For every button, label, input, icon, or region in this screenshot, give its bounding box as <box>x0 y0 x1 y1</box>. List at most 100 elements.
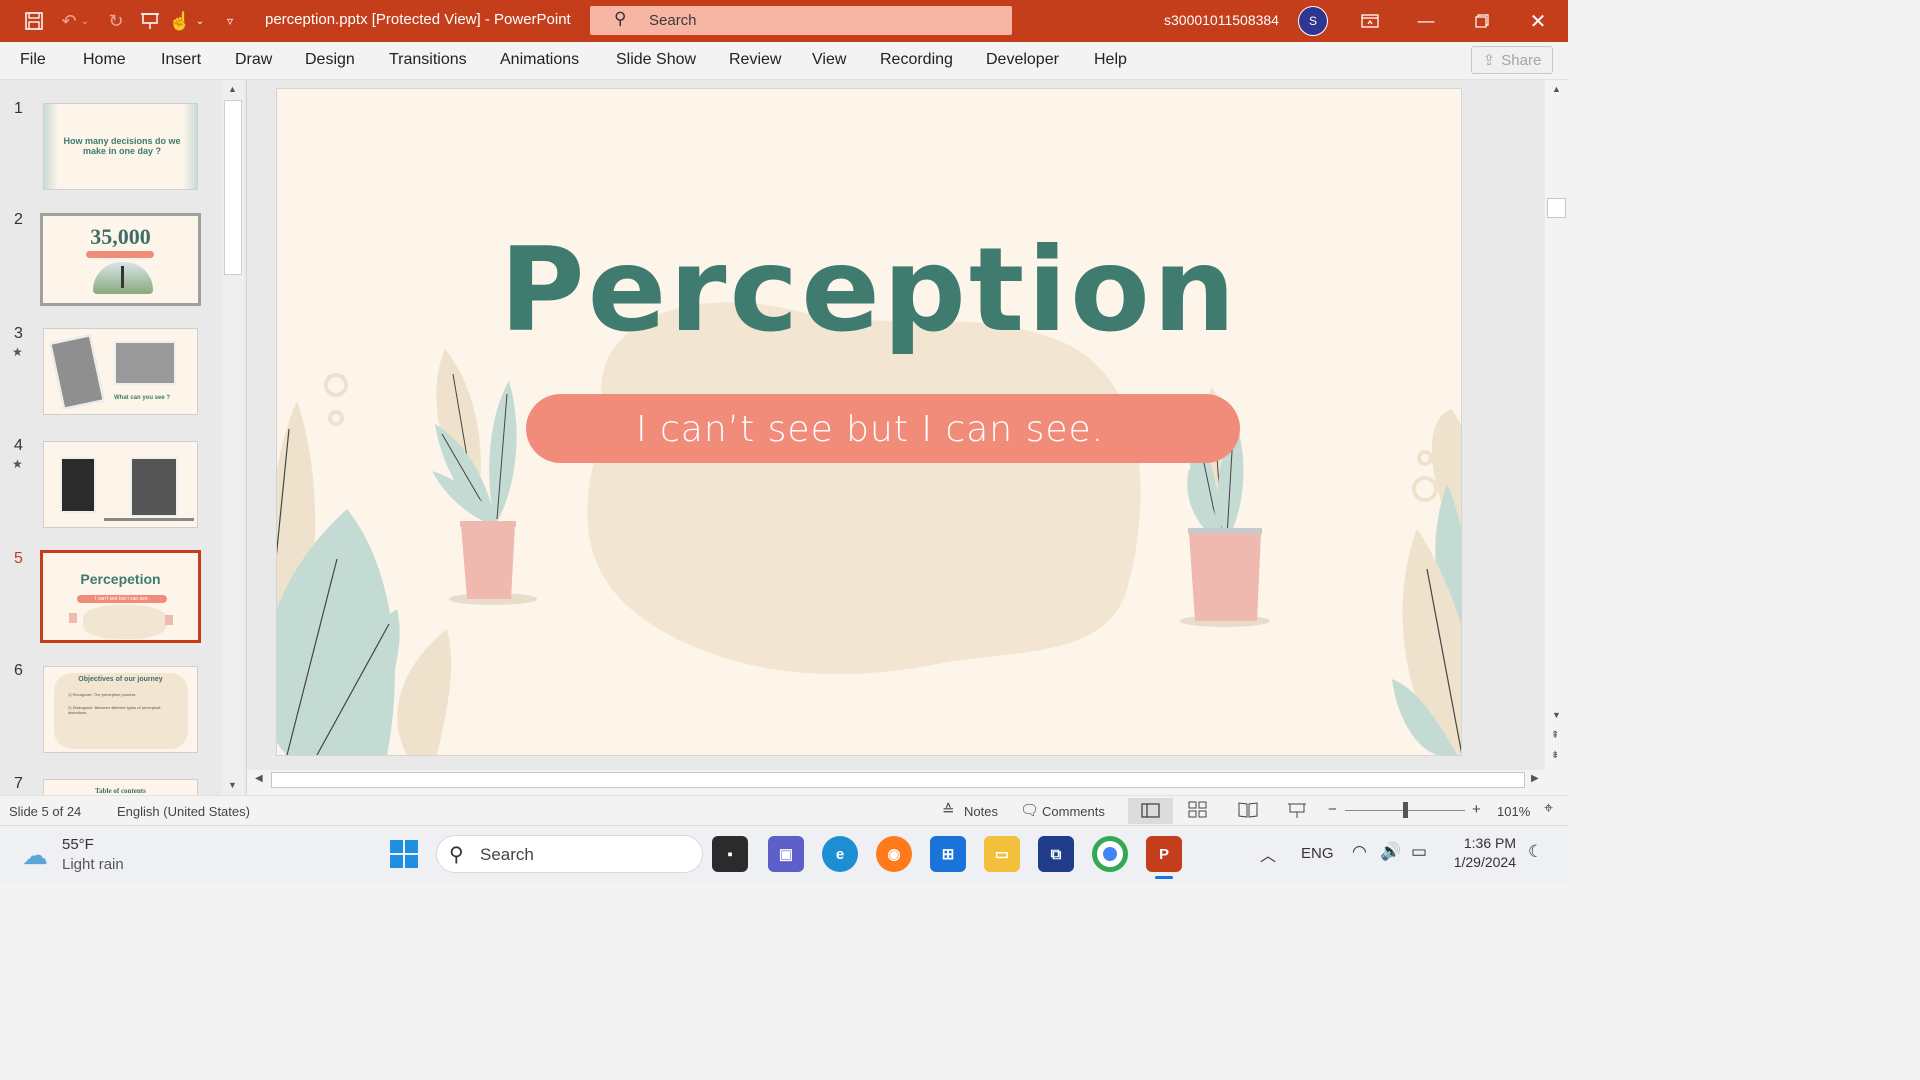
customize-toolbar-icon[interactable]: ▿ <box>220 8 240 34</box>
share-button[interactable]: ⇪ Share <box>1471 46 1553 74</box>
weather-description[interactable]: Light rain <box>62 856 124 873</box>
comments-button[interactable]: Comments <box>1042 804 1105 819</box>
edge-app-icon[interactable]: e <box>822 836 858 872</box>
tab-animations[interactable]: Animations <box>500 51 579 69</box>
thumb-title: How many decisions do we make in one day… <box>63 136 181 156</box>
slide-number: 6 <box>14 662 23 679</box>
tab-file[interactable]: File <box>20 51 46 69</box>
tab-developer[interactable]: Developer <box>986 51 1059 69</box>
ribbon-display-options-icon[interactable] <box>1342 0 1398 42</box>
undo-dropdown-icon[interactable]: ⌄ <box>78 8 92 34</box>
slide-thumbnail-1[interactable]: How many decisions do we make in one day… <box>43 103 198 190</box>
clock-time[interactable]: 1:36 PM <box>1448 835 1516 851</box>
taskbar-search[interactable]: ⚲ Search <box>436 835 703 873</box>
input-language[interactable]: ENG <box>1301 845 1334 862</box>
scrollbar-thumb[interactable] <box>271 772 1525 788</box>
slide-thumbnail-6[interactable]: Objectives of our journey 1) Recognize: … <box>43 666 198 753</box>
notes-icon[interactable]: ≙ <box>942 801 955 819</box>
scroll-up-icon[interactable]: ▲ <box>228 84 237 94</box>
wifi-icon[interactable]: ◠ <box>1352 842 1367 862</box>
reading-view-icon[interactable] <box>1238 801 1258 822</box>
slide-title[interactable]: Perception <box>277 221 1461 361</box>
scroll-up-icon[interactable]: ▲ <box>1552 84 1561 94</box>
scroll-down-icon[interactable]: ▼ <box>228 780 237 790</box>
zoom-slider-handle[interactable] <box>1403 802 1408 818</box>
search-label: Search <box>649 12 697 29</box>
thumb-title: Objectives of our journey <box>78 676 163 683</box>
touch-mode-icon[interactable]: ☝ <box>167 8 193 34</box>
save-icon[interactable] <box>21 8 47 34</box>
slide-vertical-scrollbar[interactable]: ▲ ▼ ⇞ ⇟ <box>1545 80 1568 770</box>
thumb-title: Percepetion <box>80 571 161 587</box>
tab-recording[interactable]: Recording <box>880 51 953 69</box>
thumb-title: What can you see ? <box>114 395 171 401</box>
tab-transitions[interactable]: Transitions <box>389 51 467 69</box>
tab-slide-show[interactable]: Slide Show <box>616 51 696 69</box>
slide-horizontal-scrollbar[interactable]: ◀ ▶ <box>247 770 1545 790</box>
normal-view-button[interactable] <box>1128 798 1173 824</box>
tab-design[interactable]: Design <box>305 51 355 69</box>
notes-button[interactable]: Notes <box>964 804 998 819</box>
firefox-app-icon[interactable]: ◉ <box>876 836 912 872</box>
tab-home[interactable]: Home <box>83 51 126 69</box>
account-name[interactable]: s30001011508384 <box>1164 12 1279 28</box>
chrome-app-icon[interactable] <box>1092 836 1128 872</box>
show-hidden-icons-icon[interactable]: ︿ <box>1260 842 1276 866</box>
share-icon: ⇪ <box>1482 52 1496 69</box>
search-icon: ⚲ <box>449 844 464 866</box>
normal-view-icon <box>1141 803 1160 818</box>
slide-thumbnail-4[interactable] <box>43 441 198 528</box>
zoom-out-icon[interactable]: − <box>1328 801 1337 818</box>
comments-icon[interactable]: 🗨 <box>1020 801 1039 819</box>
weather-icon[interactable]: ☁ <box>22 840 48 871</box>
slide-sorter-icon[interactable] <box>1188 801 1208 822</box>
slide-number: 1 <box>14 100 23 117</box>
slide-thumbnail-5[interactable]: Percepetion I can't see but I can see. <box>40 550 201 643</box>
slide-thumbnail-3[interactable]: What can you see ? <box>43 328 198 415</box>
fit-to-window-icon[interactable]: ⌖ <box>1544 800 1553 818</box>
focus-assist-icon[interactable]: ☾ <box>1528 842 1543 862</box>
file-explorer-icon[interactable]: ▭ <box>984 836 1020 872</box>
restore-button[interactable] <box>1454 0 1510 42</box>
scroll-left-icon[interactable]: ◀ <box>255 773 263 784</box>
redo-icon[interactable]: ↻ <box>103 8 129 34</box>
search-box[interactable]: ⚲ Search <box>590 6 1012 35</box>
volume-icon[interactable]: 🔊 <box>1380 842 1401 862</box>
zoom-level[interactable]: 101% <box>1497 804 1530 819</box>
tab-draw[interactable]: Draw <box>235 51 272 69</box>
powerpoint-app-icon[interactable]: P <box>1146 836 1182 872</box>
store-app-icon[interactable]: ⊞ <box>930 836 966 872</box>
tab-review[interactable]: Review <box>729 51 781 69</box>
tab-view[interactable]: View <box>812 51 846 69</box>
slide-subtitle[interactable]: I can’t see but I can see. <box>526 409 1214 450</box>
remote-desktop-icon[interactable]: ⧉ <box>1038 836 1074 872</box>
slide-show-view-icon[interactable] <box>1287 801 1307 822</box>
clock-date[interactable]: 1/29/2024 <box>1448 854 1516 870</box>
slide-thumbnail-2[interactable]: 35,000 <box>40 213 201 306</box>
close-button[interactable]: ✕ <box>1510 0 1566 42</box>
slide-thumbnail-7[interactable]: Table of contents <box>43 779 198 795</box>
thumbnail-scrollbar[interactable]: ▲ ▼ <box>222 80 244 795</box>
scroll-right-icon[interactable]: ▶ <box>1531 773 1539 784</box>
scrollbar-thumb[interactable] <box>1547 198 1566 218</box>
tab-help[interactable]: Help <box>1094 51 1127 69</box>
teams-app-icon[interactable]: ▣ <box>768 836 804 872</box>
scrollbar-thumb[interactable] <box>224 100 242 275</box>
battery-icon[interactable]: ▭ <box>1411 842 1427 862</box>
weather-temperature[interactable]: 55°F <box>62 836 94 853</box>
active-app-indicator <box>1155 876 1173 879</box>
start-button[interactable] <box>388 838 420 875</box>
next-slide-icon[interactable]: ⇟ <box>1551 750 1559 761</box>
current-slide[interactable]: I can’t see but I can see. Perception <box>277 89 1461 755</box>
minimize-button[interactable]: — <box>1398 0 1454 42</box>
language-indicator[interactable]: English (United States) <box>117 804 250 819</box>
touch-dropdown-icon[interactable]: ⌄ <box>193 8 207 34</box>
zoom-in-icon[interactable]: + <box>1472 801 1481 818</box>
presentation-start-icon[interactable] <box>137 8 163 34</box>
ribbon-tabs: File Home Insert Draw Design Transitions… <box>0 42 1568 80</box>
previous-slide-icon[interactable]: ⇞ <box>1551 730 1559 741</box>
tab-insert[interactable]: Insert <box>161 51 201 69</box>
scroll-down-icon[interactable]: ▼ <box>1552 710 1561 720</box>
terminal-app-icon[interactable]: ▪ <box>712 836 748 872</box>
avatar[interactable]: S <box>1298 6 1328 36</box>
